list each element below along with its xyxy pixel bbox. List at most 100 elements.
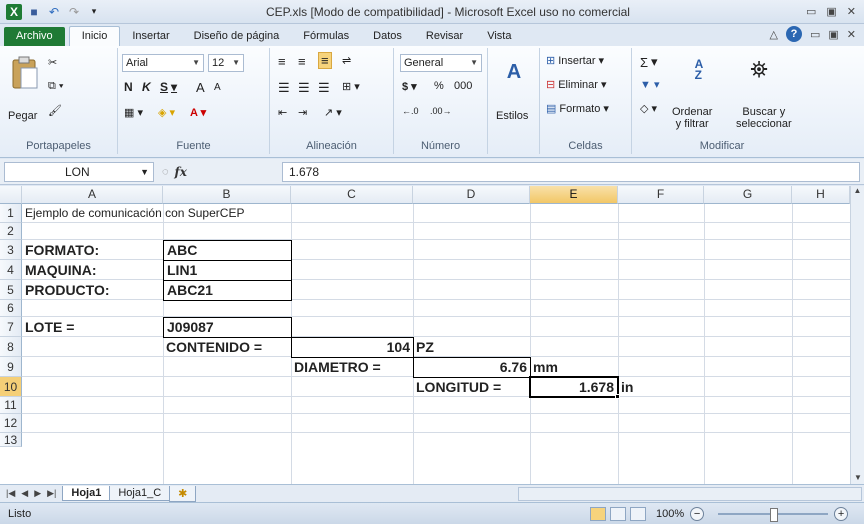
merge-center-icon[interactable]: ⊞ ▾ (342, 80, 360, 93)
page-layout-view-icon[interactable] (610, 506, 626, 521)
cell-b3[interactable]: ABC (163, 240, 292, 261)
thousands-button[interactable]: 000 (454, 80, 472, 92)
scroll-down-icon[interactable]: ▼ (851, 473, 864, 482)
restore-icon[interactable]: ▣ (826, 5, 836, 18)
align-middle-icon[interactable]: ≡ (298, 54, 306, 69)
cell-d9[interactable]: 6.76 (413, 357, 531, 378)
row-header-5[interactable]: 5 (0, 280, 22, 300)
cell-e9[interactable]: mm (530, 358, 561, 377)
grow-font-button[interactable]: A (196, 80, 205, 95)
cell-e10[interactable]: 1.678 (529, 376, 619, 398)
zoom-slider[interactable] (718, 507, 829, 522)
cell-f10[interactable]: in (618, 378, 636, 397)
row-header-1[interactable]: 1 (0, 204, 22, 223)
underline-button[interactable]: S ▾ (160, 80, 177, 94)
col-header-e[interactable]: E (530, 186, 618, 204)
last-sheet-icon[interactable]: ▶| (47, 488, 56, 499)
format-cells-button[interactable]: ▤ Formato ▾ (546, 102, 609, 116)
cut-icon[interactable]: ✂ (48, 56, 57, 69)
insert-cells-button[interactable]: ⊞ Insertar ▾ (546, 54, 604, 68)
copy-icon[interactable]: ⧉ ▾ (48, 80, 64, 93)
cell-b7[interactable]: J09087 (163, 317, 292, 338)
decrease-decimal-icon[interactable]: .00→ (430, 106, 452, 116)
cell-b5[interactable]: ABC21 (163, 280, 292, 301)
row-header-11[interactable]: 11 (0, 397, 22, 414)
sheet-tab-hoja1[interactable]: Hoja1 (62, 486, 111, 501)
tab-insertar[interactable]: Insertar (120, 27, 181, 46)
tab-inicio[interactable]: Inicio (68, 26, 121, 46)
format-painter-icon[interactable]: 🖌 (48, 104, 62, 117)
align-right-icon[interactable]: ☰ (318, 80, 330, 96)
cell-b4[interactable]: LIN1 (163, 260, 292, 281)
zoom-out-icon[interactable]: − (690, 506, 705, 521)
orientation-icon[interactable]: ↗ ▾ (324, 106, 342, 119)
zoom-level[interactable]: 100% (646, 508, 684, 520)
normal-view-icon[interactable] (590, 506, 606, 521)
font-color-icon[interactable]: A ▾ (190, 106, 206, 119)
worksheet-grid[interactable]: A B C D E F G H 1 2 3 4 5 6 7 8 9 10 11 … (0, 186, 864, 484)
row-header-4[interactable]: 4 (0, 260, 22, 280)
cell-a5[interactable]: PRODUCTO: (22, 281, 113, 300)
row-header-6[interactable]: 6 (0, 300, 22, 317)
tab-revisar[interactable]: Revisar (414, 27, 475, 46)
fill-color-icon[interactable]: ◈ ▾ (158, 106, 175, 119)
workbook-minimize-icon[interactable]: ▭ (810, 28, 820, 41)
sort-filter-icon[interactable]: AZ (684, 54, 714, 86)
italic-button[interactable]: K (142, 80, 151, 94)
wrap-text-icon[interactable]: ⇌ (342, 54, 351, 67)
row-header-8[interactable]: 8 (0, 337, 22, 357)
align-top-icon[interactable]: ≡ (278, 54, 286, 69)
increase-indent-icon[interactable]: ⇥ (298, 106, 307, 119)
row-header-12[interactable]: 12 (0, 414, 22, 433)
clear-icon[interactable]: ◇ ▾ (640, 102, 657, 115)
first-sheet-icon[interactable]: |◀ (6, 488, 15, 499)
cell-b8[interactable]: CONTENIDO = (163, 338, 265, 357)
cell-a1[interactable]: Ejemplo de comunicación con SuperCEP (22, 204, 247, 223)
row-header-3[interactable]: 3 (0, 240, 22, 260)
align-center-icon[interactable]: ☰ (298, 80, 310, 96)
customize-qat-icon[interactable]: ▾ (86, 4, 102, 20)
currency-button[interactable]: $ ▾ (402, 80, 417, 94)
find-select-button[interactable]: Buscar y seleccionar (736, 106, 792, 130)
col-header-d[interactable]: D (413, 186, 530, 204)
row-header-10[interactable]: 10 (0, 377, 22, 397)
save-icon[interactable]: ■ (26, 4, 42, 20)
row-header-9[interactable]: 9 (0, 357, 22, 377)
help-icon[interactable]: ? (785, 26, 802, 42)
cell-a4[interactable]: MAQUINA: (22, 261, 100, 280)
cell-c9[interactable]: DIAMETRO = (291, 358, 384, 377)
insert-sheet-icon[interactable]: ✱ (169, 485, 197, 502)
borders-icon[interactable]: ▦ ▾ (124, 106, 143, 119)
bold-button[interactable]: N (124, 80, 133, 94)
cancel-icon[interactable]: ◌ (162, 166, 169, 178)
col-header-a[interactable]: A (22, 186, 163, 204)
styles-button[interactable]: Estilos (496, 110, 528, 122)
percent-button[interactable]: % (434, 80, 444, 92)
paste-button[interactable]: Pegar (8, 110, 37, 122)
align-left-icon[interactable]: ☰ (278, 80, 290, 96)
decrease-indent-icon[interactable]: ⇤ (278, 106, 287, 119)
ribbon-collapse-icon[interactable]: △ (770, 28, 778, 41)
tab-datos[interactable]: Datos (361, 27, 414, 46)
redo-icon[interactable]: ↷ (66, 4, 82, 20)
autosum-button[interactable]: Σ ▾ (640, 54, 658, 70)
fill-icon[interactable]: ▼ ▾ (640, 78, 659, 91)
vertical-scrollbar[interactable]: ▲ ▼ (850, 186, 864, 484)
close-icon[interactable]: ✕ (847, 5, 856, 18)
font-name-combo[interactable]: Arial ▼ (122, 54, 204, 72)
col-header-g[interactable]: G (704, 186, 792, 204)
cell-a3[interactable]: FORMATO: (22, 241, 102, 260)
next-sheet-icon[interactable]: ▶ (34, 488, 41, 499)
workbook-close-icon[interactable]: ✕ (847, 28, 856, 41)
col-header-h[interactable]: H (792, 186, 850, 204)
cell-d8[interactable]: PZ (413, 338, 437, 357)
scroll-up-icon[interactable]: ▲ (851, 186, 864, 195)
insert-function-icon[interactable]: fx (175, 165, 187, 179)
zoom-in-icon[interactable]: + (834, 506, 849, 521)
workbook-restore-icon[interactable]: ▣ (828, 28, 838, 41)
sheet-tab-hoja1-c[interactable]: Hoja1_C (109, 486, 171, 501)
find-select-icon[interactable]: ⛯ (744, 54, 774, 86)
align-bottom-icon[interactable]: ≡ (318, 52, 332, 69)
shrink-font-button[interactable]: A (214, 82, 221, 93)
name-box[interactable]: LON ▼ (4, 161, 154, 182)
